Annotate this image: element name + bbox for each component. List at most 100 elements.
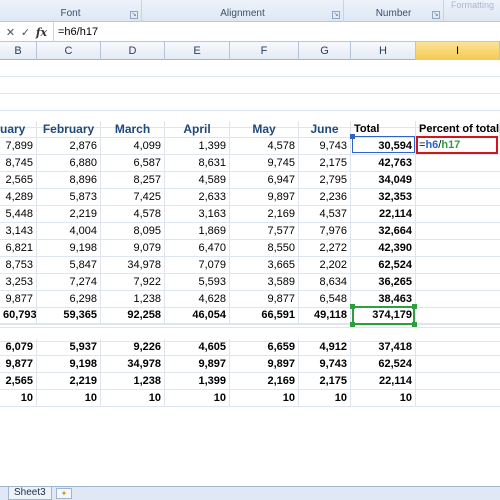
cell[interactable]: 5,593 — [165, 274, 230, 291]
cancel-icon[interactable]: ✕ — [6, 26, 15, 39]
cell[interactable]: 9,226 — [101, 339, 165, 356]
cell[interactable]: 8,257 — [101, 172, 165, 189]
formula-input[interactable]: =h6/h17 — [58, 22, 98, 42]
cell[interactable]: 9,897 — [165, 356, 230, 373]
cell[interactable]: 9,743 — [299, 138, 351, 155]
cell-total[interactable]: 22,114 — [351, 206, 416, 223]
cell-total-feb[interactable]: 59,365 — [37, 307, 101, 324]
cell[interactable]: 4,004 — [37, 223, 101, 240]
tab-sheet3[interactable]: Sheet3 — [8, 487, 52, 500]
cell[interactable]: 9,743 — [299, 356, 351, 373]
cell-total[interactable]: 62,524 — [351, 257, 416, 274]
cell[interactable]: 4,628 — [165, 291, 230, 308]
cell[interactable]: 1,399 — [165, 138, 230, 155]
header-april[interactable]: April — [165, 121, 230, 138]
cell-total[interactable]: 42,763 — [351, 155, 416, 172]
cell-total-apr[interactable]: 46,054 — [165, 307, 230, 324]
cell[interactable]: 6,587 — [101, 155, 165, 172]
cell[interactable]: 2,236 — [299, 189, 351, 206]
cell[interactable]: 3,163 — [165, 206, 230, 223]
cell[interactable]: 62,524 — [351, 356, 416, 373]
cell[interactable]: 9,198 — [37, 356, 101, 373]
cell[interactable]: 7,425 — [101, 189, 165, 206]
cell-total[interactable]: 38,463 — [351, 291, 416, 308]
cell[interactable]: 4,289 — [0, 189, 37, 206]
cell[interactable]: 10 — [351, 390, 416, 407]
cell[interactable]: 3,143 — [0, 223, 37, 240]
cell[interactable]: 4,578 — [230, 138, 299, 155]
cell[interactable]: 1,869 — [165, 223, 230, 240]
cell[interactable]: 9,198 — [37, 240, 101, 257]
cell[interactable]: 4,605 — [165, 339, 230, 356]
insert-function-button[interactable]: fx — [36, 26, 47, 39]
cell[interactable]: 7,274 — [37, 274, 101, 291]
cell[interactable]: 8,896 — [37, 172, 101, 189]
column-header-d[interactable]: D — [101, 42, 165, 60]
cell-grand-total[interactable]: 374,179 — [351, 307, 416, 324]
header-june[interactable]: June — [299, 121, 351, 138]
cell[interactable]: 6,880 — [37, 155, 101, 172]
cell[interactable]: 9,877 — [0, 291, 37, 308]
cell[interactable]: 4,099 — [101, 138, 165, 155]
cell[interactable]: 2,219 — [37, 206, 101, 223]
font-dialog-launcher-icon[interactable]: ↘ — [130, 11, 138, 19]
cell[interactable]: 7,976 — [299, 223, 351, 240]
cell[interactable]: 3,589 — [230, 274, 299, 291]
cell-total-jun[interactable]: 49,118 — [299, 307, 351, 324]
cell[interactable]: 37,418 — [351, 339, 416, 356]
cell[interactable]: 10 — [101, 390, 165, 407]
cell[interactable]: 2,633 — [165, 189, 230, 206]
column-header-c[interactable]: C — [37, 42, 101, 60]
column-header-h[interactable]: H — [351, 42, 416, 60]
header-may[interactable]: May — [230, 121, 299, 138]
cell-total-mar[interactable]: 92,258 — [101, 307, 165, 324]
cell[interactable]: 9,745 — [230, 155, 299, 172]
cell[interactable]: 1,238 — [101, 291, 165, 308]
cell[interactable]: 7,079 — [165, 257, 230, 274]
cell[interactable]: 22,114 — [351, 373, 416, 390]
cell-total[interactable]: 32,664 — [351, 223, 416, 240]
cell[interactable]: 10 — [37, 390, 101, 407]
cell[interactable]: 6,821 — [0, 240, 37, 257]
cell[interactable]: 8,095 — [101, 223, 165, 240]
cell[interactable]: 10 — [165, 390, 230, 407]
cell[interactable]: 3,665 — [230, 257, 299, 274]
cell-total[interactable]: 36,265 — [351, 274, 416, 291]
cell-total[interactable]: 42,390 — [351, 240, 416, 257]
header-march[interactable]: March — [101, 121, 165, 138]
cell[interactable]: 7,577 — [230, 223, 299, 240]
enter-check-icon[interactable]: ✓ — [21, 26, 30, 39]
cell[interactable]: 9,897 — [230, 356, 299, 373]
header-total[interactable]: Total — [351, 121, 416, 138]
cell-total-may[interactable]: 66,591 — [230, 307, 299, 324]
cell[interactable]: 9,877 — [0, 356, 37, 373]
cell[interactable]: 34,978 — [101, 257, 165, 274]
cell[interactable]: 6,548 — [299, 291, 351, 308]
cell[interactable]: 2,202 — [299, 257, 351, 274]
cell-total[interactable]: 34,049 — [351, 172, 416, 189]
cell[interactable]: 9,079 — [101, 240, 165, 257]
cell[interactable]: 2,219 — [37, 373, 101, 390]
column-header-e[interactable]: E — [165, 42, 230, 60]
cell[interactable]: 4,537 — [299, 206, 351, 223]
cell[interactable]: 6,298 — [37, 291, 101, 308]
cell[interactable]: 5,937 — [37, 339, 101, 356]
cell[interactable]: 1,399 — [165, 373, 230, 390]
cell[interactable]: 1,238 — [101, 373, 165, 390]
column-header-b[interactable]: B — [0, 42, 37, 60]
cell[interactable]: 4,589 — [165, 172, 230, 189]
cell-total[interactable]: 30,594 — [351, 138, 416, 155]
cell[interactable]: 9,877 — [230, 291, 299, 308]
cell[interactable]: 6,470 — [165, 240, 230, 257]
cell[interactable]: 10 — [299, 390, 351, 407]
header-january[interactable]: uary — [0, 121, 37, 138]
cell-total-jan[interactable]: 60,793 — [0, 307, 37, 324]
cell[interactable]: 2,876 — [37, 138, 101, 155]
cell[interactable]: 7,899 — [0, 138, 37, 155]
cell[interactable]: 6,079 — [0, 339, 37, 356]
cell[interactable]: 8,745 — [0, 155, 37, 172]
active-edit-cell[interactable]: =h6/h17 — [416, 136, 498, 154]
cell[interactable]: 7,922 — [101, 274, 165, 291]
cell[interactable]: 2,169 — [230, 373, 299, 390]
column-header-f[interactable]: F — [230, 42, 299, 60]
